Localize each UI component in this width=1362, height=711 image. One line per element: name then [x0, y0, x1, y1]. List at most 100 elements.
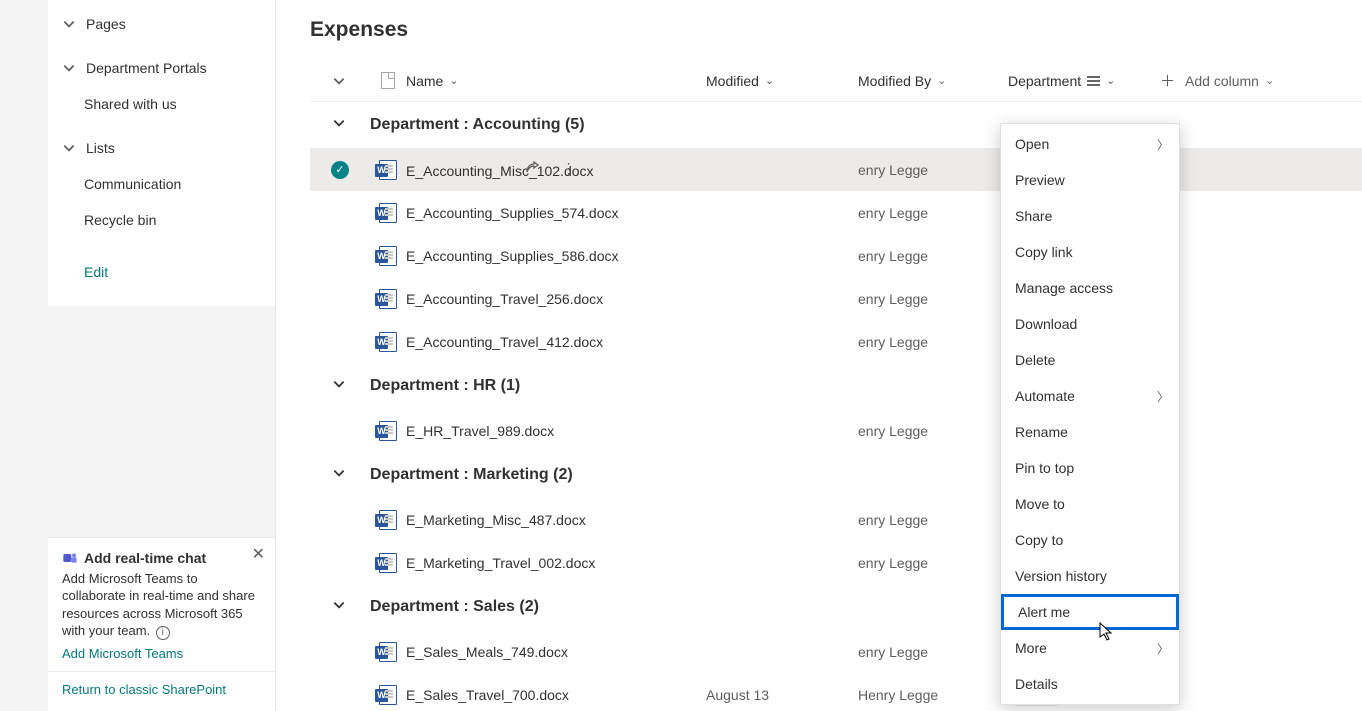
file-row[interactable]: E_Marketing_Misc_487.docxenry LeggeMarke… [310, 498, 1362, 541]
menu-item-label: Manage access [1015, 280, 1113, 296]
sidebar-item-lists[interactable]: Lists [48, 130, 275, 166]
share-icon[interactable] [524, 160, 540, 179]
group-header[interactable]: Department : Sales (2) [310, 584, 1362, 630]
menu-item-label: Automate [1015, 388, 1075, 404]
modified-by-column-header[interactable]: Modified By⌄ [858, 73, 1008, 89]
word-file-icon [379, 642, 397, 662]
sidebar-item-shared-with-us[interactable]: Shared with us [48, 86, 275, 122]
word-file-icon [379, 246, 397, 266]
file-name: E_Marketing_Travel_002.docx [406, 555, 706, 571]
menu-item-label: Copy to [1015, 532, 1063, 548]
file-row[interactable]: E_Accounting_Travel_412.docxenry LeggeAc… [310, 320, 1362, 363]
menu-item-details[interactable]: Details [1001, 666, 1179, 702]
grouped-icon [1087, 76, 1100, 86]
sidebar-item-recycle-bin[interactable]: Recycle bin [48, 202, 275, 238]
chevron-down-icon [332, 377, 346, 396]
sidebar-item-label: Communication [84, 176, 181, 192]
file-row[interactable]: E_Accounting_Travel_256.docxenry LeggeAc… [310, 277, 1362, 320]
file-name: E_Accounting_Supplies_574.docx [406, 205, 706, 221]
menu-item-preview[interactable]: Preview [1001, 162, 1179, 198]
menu-item-label: Alert me [1018, 604, 1070, 620]
menu-item-label: Rename [1015, 424, 1068, 440]
menu-item-pin-to-top[interactable]: Pin to top [1001, 450, 1179, 486]
file-name: E_Accounting_Travel_412.docx [406, 334, 706, 350]
word-file-icon [379, 160, 397, 180]
edit-nav-link[interactable]: Edit [48, 254, 275, 290]
name-column-header[interactable]: Name⌄ [406, 73, 706, 89]
modified-by-cell: enry Legge [858, 248, 1008, 264]
file-name: E_Sales_Travel_700.docx [406, 687, 706, 703]
file-row[interactable]: E_HR_Travel_989.docxenry LeggeHR [310, 409, 1362, 452]
sidebar-item-department-portals[interactable]: Department Portals [48, 50, 275, 86]
file-row[interactable]: E_Sales_Travel_700.docxAugust 13Henry Le… [310, 673, 1362, 711]
menu-item-label: More [1015, 640, 1047, 656]
modified-by-cell: enry Legge [858, 334, 1008, 350]
menu-item-automate[interactable]: Automate〉 [1001, 378, 1179, 414]
menu-item-more[interactable]: More〉 [1001, 630, 1179, 666]
close-icon[interactable]: ✕ [252, 544, 265, 564]
teams-icon [62, 550, 78, 566]
file-name: E_Marketing_Misc_487.docx [406, 512, 706, 528]
file-row[interactable]: E_Accounting_Misc_102.docx⋮enry LeggeAcc… [310, 148, 1362, 191]
modified-by-cell: enry Legge [858, 555, 1008, 571]
file-row[interactable]: E_Sales_Meals_749.docxenry LeggeSales [310, 630, 1362, 673]
menu-item-copy-to[interactable]: Copy to [1001, 522, 1179, 558]
menu-item-label: Share [1015, 208, 1052, 224]
group-header[interactable]: Department : HR (1) [310, 363, 1362, 409]
selected-check-icon[interactable] [331, 161, 349, 179]
modified-cell: August 13 [706, 687, 858, 703]
group-header[interactable]: Department : Accounting (5) [310, 102, 1362, 148]
menu-item-delete[interactable]: Delete [1001, 342, 1179, 378]
promo-title: Add real-time chat [84, 550, 206, 566]
menu-item-label: Move to [1015, 496, 1065, 512]
menu-item-label: Open [1015, 136, 1049, 152]
word-file-icon [379, 685, 397, 705]
file-name: E_Sales_Meals_749.docx [406, 644, 706, 660]
file-row[interactable]: E_Accounting_Supplies_574.docx enry Legge… [310, 191, 1362, 234]
menu-item-label: Copy link [1015, 244, 1073, 260]
file-name: E_Accounting_Travel_256.docx [406, 291, 706, 307]
return-classic-link[interactable]: Return to classic SharePoint [48, 671, 275, 711]
add-teams-link[interactable]: Add Microsoft Teams [62, 646, 183, 661]
menu-item-open[interactable]: Open 〉 [1001, 126, 1179, 162]
chevron-right-icon: 〉 [1157, 136, 1169, 153]
more-icon[interactable]: ⋮ [562, 160, 576, 179]
word-file-icon [379, 289, 397, 309]
menu-item-label: Details [1015, 676, 1058, 692]
modified-by-cell: enry Legge [858, 644, 1008, 660]
expand-all-toggle[interactable] [310, 74, 370, 88]
sidebar-item-communication[interactable]: Communication [48, 166, 275, 202]
menu-item-version-history[interactable]: Version history [1001, 558, 1179, 594]
modified-by-cell: enry Legge [858, 205, 1008, 221]
modified-by-cell: enry Legge [858, 162, 1008, 178]
menu-item-rename[interactable]: Rename [1001, 414, 1179, 450]
sidebar-item-pages[interactable]: Pages [48, 6, 275, 42]
chevron-down-icon [332, 598, 346, 617]
menu-item-move-to[interactable]: Move to [1001, 486, 1179, 522]
type-column-header[interactable] [370, 72, 406, 89]
file-row[interactable]: E_Marketing_Travel_002.docxenry LeggeMar… [310, 541, 1362, 584]
add-column-button[interactable]: ＋Add column ⌄ [1160, 70, 1300, 91]
menu-item-label: Version history [1015, 568, 1107, 584]
menu-item-download[interactable]: Download [1001, 306, 1179, 342]
menu-item-manage-access[interactable]: Manage access [1001, 270, 1179, 306]
sidebar-item-label: Recycle bin [84, 212, 156, 228]
info-icon[interactable]: i [156, 626, 170, 640]
left-sidebar: Pages Department Portals Shared with us Lis… [0, 0, 276, 711]
word-file-icon [379, 510, 397, 530]
word-file-icon [379, 203, 397, 223]
word-file-icon [379, 421, 397, 441]
modified-column-header[interactable]: Modified⌄ [706, 73, 858, 89]
group-header[interactable]: Department : Marketing (2) [310, 452, 1362, 498]
menu-item-alert-me[interactable]: Alert me [1001, 594, 1179, 630]
sidebar-item-label: Shared with us [84, 96, 177, 112]
sidebar-item-label: Department Portals [86, 60, 207, 76]
department-column-header[interactable]: Department ⌄ [1008, 73, 1160, 89]
chevron-down-icon [62, 141, 76, 155]
menu-item-share[interactable]: Share [1001, 198, 1179, 234]
document-icon [381, 72, 395, 89]
menu-item-label: Delete [1015, 352, 1055, 368]
file-row[interactable]: E_Accounting_Supplies_586.docxenry Legge… [310, 234, 1362, 277]
nav: Pages Department Portals Shared with us Lis… [0, 0, 275, 537]
menu-item-copy-link[interactable]: Copy link [1001, 234, 1179, 270]
